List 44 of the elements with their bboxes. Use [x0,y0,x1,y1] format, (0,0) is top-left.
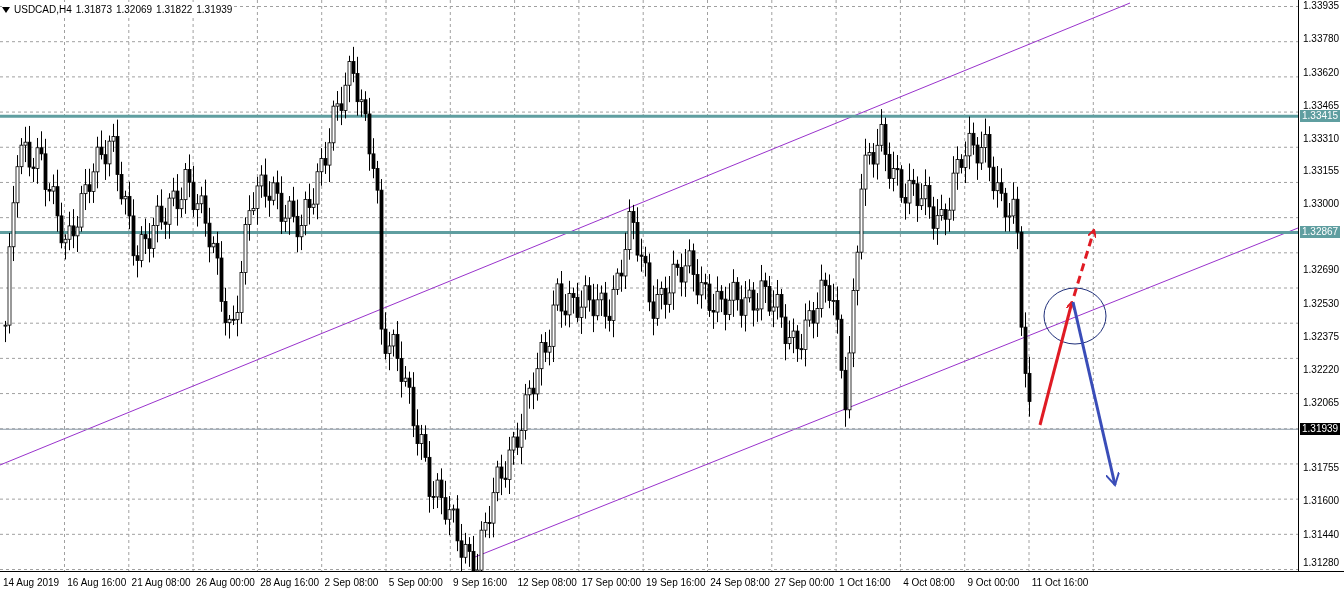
ohlc-value: 1.32069 [115,3,153,17]
price-axis-label: 1.33780 [1303,32,1340,45]
ohlc-value: 1.31822 [156,3,193,17]
price-axis-label: 1.31280 [1303,557,1340,569]
time-axis-label: 19 Sep 16:00 [646,576,706,590]
time-axis-label: 11 Oct 16:00 [1031,576,1089,590]
time-axis-label: 28 Aug 16:00 [260,576,320,590]
price-axis-label: 1.31440 [1303,529,1340,542]
price-axis-label: 1.32690 [1303,264,1340,276]
time-axis-label: 24 Sep 08:00 [710,576,770,590]
price-axis-label: 1.33310 [1303,132,1340,145]
price-axis-label: 1.33620 [1303,66,1340,79]
ohlc-value: 1.31939 [196,3,233,17]
time-axis-label: 17 Sep 00:00 [581,576,642,590]
price-tag: 1.32867 [1300,226,1341,239]
dashed-arrow [1072,229,1097,297]
price-axis-label: 1.31755 [1303,462,1340,475]
ohlc-value: 1.31873 [75,3,112,17]
time-axis-label: 9 Sep 16:00 [453,576,508,590]
price-axis-label: 1.33000 [1303,198,1340,211]
time-axis-label: 26 Aug 00:00 [195,576,255,590]
time-axis-label: 27 Sep 00:00 [774,576,835,590]
price-axis-label: 1.31600 [1303,495,1340,508]
time-axis-label: 2 Sep 08:00 [324,576,379,590]
chart-symbol: USDCAD,H4 [14,3,72,17]
price-axis-label: 1.33935 [1303,0,1340,12]
price-axis-label: 1.32530 [1303,297,1340,310]
circle-annotation [1043,287,1107,345]
time-axis-label: 21 Aug 08:00 [131,576,191,590]
time-axis-label: 5 Sep 00:00 [388,576,443,590]
time-axis-label: 1 Oct 16:00 [838,576,891,590]
price-tag: 1.31939 [1300,423,1341,436]
time-axis-label: 4 Oct 08:00 [903,576,955,590]
price-axis-label: 1.33155 [1303,165,1340,178]
dropdown-triangle-icon[interactable] [2,6,10,13]
time-axis-label: 9 Oct 00:00 [967,576,1020,590]
price-axis-label: 1.32220 [1303,363,1340,376]
price-axis-label: 1.32375 [1303,330,1340,343]
price-axis-label: 1.33465 [1303,99,1340,111]
time-axis-label: 14 Aug 2019 [3,576,60,590]
price-axis-label: 1.32065 [1303,396,1340,409]
time-axis-label: 16 Aug 16:00 [67,576,127,590]
time-axis-label: 12 Sep 08:00 [517,576,577,590]
price-tag: 1.33415 [1300,110,1341,123]
